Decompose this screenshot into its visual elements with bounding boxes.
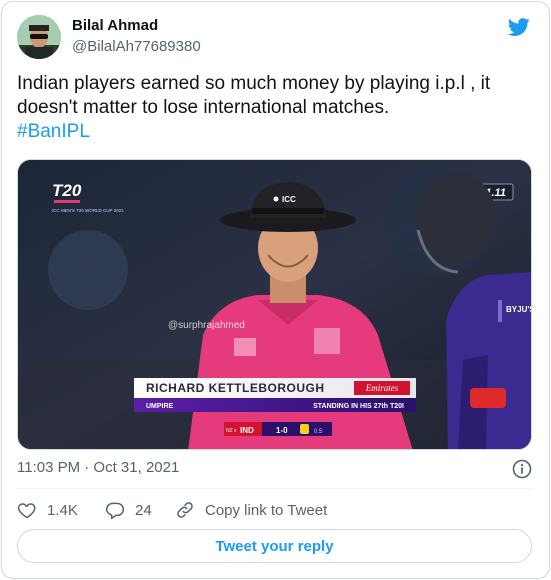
copy-link-label: Copy link to Tweet bbox=[205, 501, 328, 519]
heart-icon bbox=[17, 503, 36, 519]
tweet-timestamp[interactable]: 11:03 PM · Oct 31, 2021 bbox=[17, 459, 179, 476]
avatar-image bbox=[17, 15, 61, 59]
link-icon bbox=[177, 502, 193, 518]
like-button[interactable]: 1.4K bbox=[17, 498, 78, 522]
media-image: T20 ICC MEN'S T20 WORLD CUP 2021 11.11 I… bbox=[18, 160, 532, 449]
info-icon[interactable] bbox=[512, 459, 532, 479]
event-logo: T20 bbox=[52, 181, 82, 200]
like-count: 1.4K bbox=[47, 501, 78, 519]
tweet-media[interactable]: T20 ICC MEN'S T20 WORLD CUP 2021 11.11 I… bbox=[17, 159, 532, 450]
user-name[interactable]: Bilal Ahmad bbox=[72, 17, 158, 34]
watermark: @surphrajahmed bbox=[168, 320, 245, 331]
copy-link-button[interactable]: Copy link to Tweet bbox=[175, 498, 327, 522]
score-team: IND bbox=[240, 426, 254, 435]
reply-button-label: Tweet your reply bbox=[215, 537, 334, 555]
tweet-text: Indian players earned so much money by p… bbox=[17, 72, 537, 144]
tweet-body: Indian players earned so much money by p… bbox=[17, 73, 491, 118]
user-handle[interactable]: @BilalAh77689380 bbox=[72, 38, 201, 55]
umpire-detail: STANDING IN HIS 27th T20I bbox=[313, 403, 404, 410]
event-logo-sub: ICC MEN'S T20 WORLD CUP 2021 bbox=[52, 208, 124, 213]
hashtag-link[interactable]: #BanIPL bbox=[17, 120, 90, 144]
player-sponsor: BYJU'S bbox=[506, 305, 532, 314]
divider bbox=[17, 488, 532, 489]
score-overs: 0.5 bbox=[314, 429, 323, 435]
score-prefix: NZ v bbox=[226, 428, 237, 434]
avatar[interactable] bbox=[17, 15, 61, 59]
cap-logo: ICC bbox=[282, 195, 296, 204]
reply-count: 24 bbox=[135, 501, 152, 519]
reply-icon bbox=[105, 502, 125, 520]
tweet-your-reply-button[interactable]: Tweet your reply bbox=[17, 529, 532, 563]
sponsor-logo: Emirates bbox=[365, 383, 399, 393]
score-value: 1-0 bbox=[276, 426, 288, 435]
umpire-role: UMPIRE bbox=[146, 403, 174, 410]
umpire-name: RICHARD KETTLEBOROUGH bbox=[146, 381, 325, 395]
twitter-logo-icon[interactable] bbox=[506, 16, 532, 38]
reply-action-button[interactable]: 24 bbox=[105, 498, 152, 522]
